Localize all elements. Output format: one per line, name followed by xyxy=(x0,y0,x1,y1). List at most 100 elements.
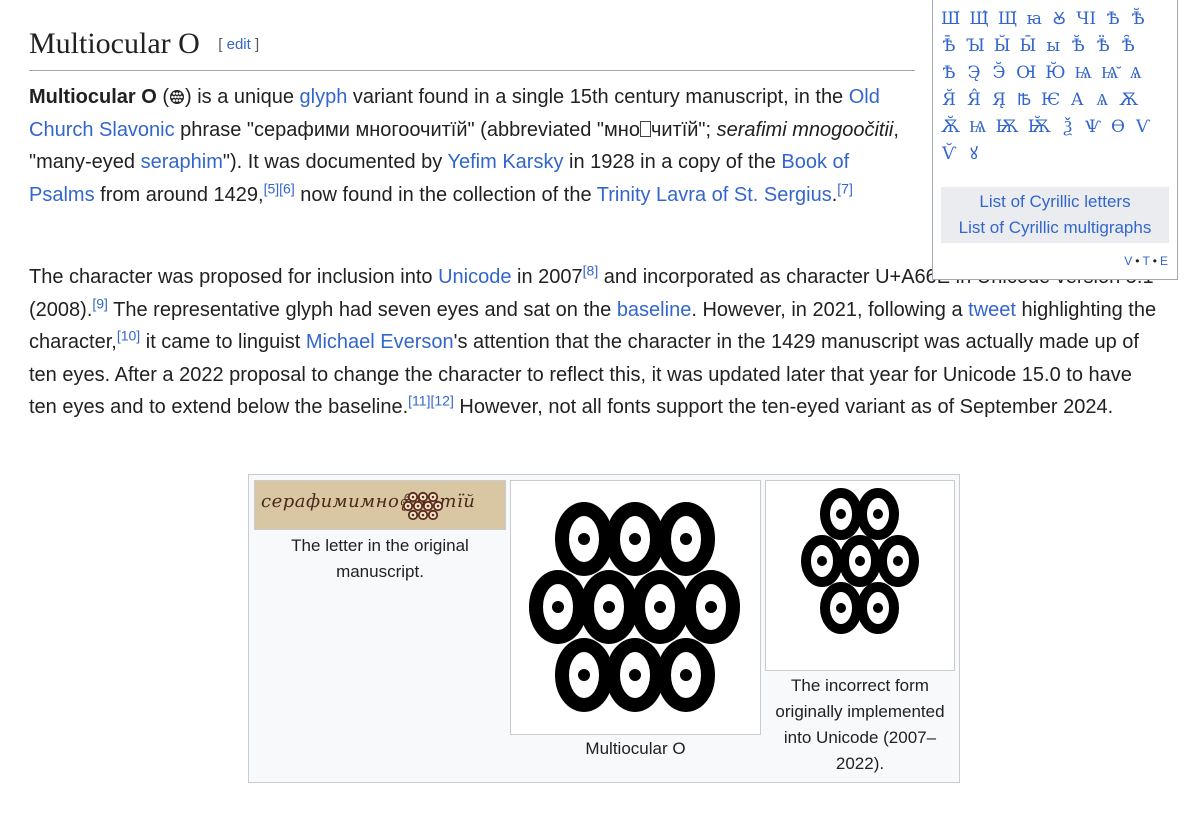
letter-row: Ѣ Э̨ Э̆ Ꙕ Ю̆ Ѩ Ѩ̆ Ѧ xyxy=(941,60,1173,87)
cyrillic-letter-link[interactable]: Я̂ xyxy=(966,87,982,114)
eye xyxy=(820,488,862,540)
cyrillic-letter-link[interactable]: Ѵ xyxy=(1135,114,1151,141)
link-list-of-cyrillic-letters[interactable]: List of Cyrillic letters xyxy=(979,192,1130,211)
cyrillic-letter-link[interactable]: Ѣ xyxy=(941,60,957,87)
link-unicode[interactable]: Unicode xyxy=(438,266,511,288)
ref-9[interactable]: [9] xyxy=(92,295,108,311)
cyrillic-letter-grid: Ш̆ Щ̂ Щ̆ ꙗ Ꙋ ЧІ Ѣ Ѣ̆ Ѣ̄ Ꙑ Ы̆ Ы̄ ы Ѣ̆ Ѣ̈ Ѣ̑ Ѣ Э̨ Э̆ Ꙕ Ю̆ Ѩ Ѩ̆ Ѧ Я… xyxy=(941,6,1173,168)
ref-8[interactable]: [8] xyxy=(583,262,599,278)
cyrillic-letter-link[interactable]: Ѧ xyxy=(1094,87,1110,114)
link-baseline[interactable]: baseline xyxy=(617,299,692,321)
link-glyph[interactable]: glyph xyxy=(300,86,348,108)
cyrillic-letter-link[interactable]: Щ̆ xyxy=(998,6,1017,33)
cyrillic-letter-link[interactable]: Щ̂ xyxy=(969,6,988,33)
cyrillic-letter-link[interactable]: Ѧ xyxy=(1128,60,1144,87)
eye xyxy=(801,535,843,587)
cyrillic-letter-link[interactable]: Ѣ̑ xyxy=(1120,33,1136,60)
text: ( xyxy=(156,86,170,108)
cyrillic-letter-link[interactable]: Ѣ̆ xyxy=(1070,33,1086,60)
cyrillic-letter-link[interactable]: Ѫ xyxy=(1119,87,1138,114)
eye xyxy=(606,638,664,712)
ref-11[interactable]: [11] xyxy=(408,392,430,408)
link-yefim-karsky[interactable]: Yefim Karsky xyxy=(447,151,563,173)
missing-glyph-box xyxy=(639,120,651,137)
edit-navbox-link[interactable]: E xyxy=(1160,254,1169,268)
letter-row: Я̆ Я̂ Я̨ Ꙓ Ѥ А Ѧ Ѫ xyxy=(941,87,1173,114)
eye xyxy=(820,582,862,634)
manuscript-image[interactable]: серафимимноꙮчитїй xyxy=(254,480,506,530)
caption-multiocular-o: Multiocular O xyxy=(585,739,686,758)
eye xyxy=(657,638,715,712)
cyrillic-letter-link[interactable]: ЧІ xyxy=(1076,6,1096,33)
cyrillic-letter-link[interactable]: Ꙓ xyxy=(1016,87,1032,114)
cyrillic-letter-link[interactable]: Я̆ xyxy=(941,87,957,114)
cyrillic-letter-link[interactable]: Ѩ xyxy=(969,114,987,141)
text: However, not all fonts support the ten-e… xyxy=(453,396,1114,418)
text: ) is a unique xyxy=(185,86,300,108)
letter-row: Ш̆ Щ̂ Щ̆ ꙗ Ꙋ ЧІ Ѣ Ѣ̆ xyxy=(941,6,1173,33)
eye xyxy=(857,582,899,634)
link-tweet[interactable]: tweet xyxy=(968,299,1016,321)
cyrillic-letter-link[interactable]: Ѩ̆ xyxy=(1101,60,1119,87)
link-michael-everson[interactable]: Michael Everson xyxy=(306,331,454,353)
bold-term: Multiocular O xyxy=(29,86,157,108)
cyrillic-letter-link[interactable]: А xyxy=(1069,87,1085,114)
cyrillic-letter-link[interactable]: Ѫ̆ xyxy=(941,114,960,141)
cyrillic-letter-link[interactable]: Ы̄ xyxy=(1020,33,1037,60)
cyrillic-letter-link[interactable]: Ѳ xyxy=(1110,114,1126,141)
eye xyxy=(606,502,664,576)
cyrillic-letter-link[interactable]: Ѣ̈ xyxy=(1095,33,1111,60)
letter-row: Ѣ̄ Ꙑ Ы̆ Ы̄ ы Ѣ̆ Ѣ̈ Ѣ̑ xyxy=(941,33,1173,60)
cyrillic-letter-link[interactable]: Ꙕ xyxy=(1016,60,1036,87)
text: in 1928 in a copy of the xyxy=(563,151,782,173)
ref-10[interactable]: [10] xyxy=(117,327,140,343)
view-link[interactable]: V xyxy=(1124,254,1133,268)
cyrillic-letter-link[interactable]: Ѯ xyxy=(1060,114,1076,141)
ref-5[interactable]: [5] xyxy=(264,180,280,196)
cyrillic-letter-link[interactable]: Э̨ xyxy=(966,60,982,87)
cyrillic-navbox: Ш̆ Щ̂ Щ̆ ꙗ Ꙋ ЧІ Ѣ Ѣ̆ Ѣ̄ Ꙑ Ы̆ Ы̄ ы Ѣ̆ Ѣ̈ Ѣ̑ Ѣ Э̨ Э̆ Ꙕ Ю̆ Ѩ Ѩ̆ Ѧ Я… xyxy=(932,0,1178,280)
text: it came to linguist xyxy=(140,331,306,353)
cyrillic-letter-link[interactable]: Э̆ xyxy=(991,60,1007,87)
cyrillic-letter-link[interactable]: Ѭ xyxy=(996,114,1019,141)
cyrillic-letter-link[interactable]: Ѥ xyxy=(1041,87,1060,114)
cyrillic-letter-link[interactable]: Ѱ xyxy=(1085,114,1101,141)
cyrillic-letter-link[interactable]: ꙋ xyxy=(966,141,982,168)
cyrillic-letter-link[interactable]: Ѭ̆ xyxy=(1028,114,1051,141)
link-list-of-cyrillic-multigraphs[interactable]: List of Cyrillic multigraphs xyxy=(959,218,1152,237)
separator: • xyxy=(1152,254,1158,268)
cyrillic-letter-link[interactable]: Ы̆ xyxy=(994,33,1011,60)
eye xyxy=(877,535,919,587)
cyrillic-letter-link[interactable]: ꙗ xyxy=(1026,6,1042,33)
cyrillic-letter-link[interactable]: ы xyxy=(1045,33,1061,60)
edit-bracket-close: ] xyxy=(254,36,260,53)
link-seraphim[interactable]: seraphim xyxy=(141,151,223,173)
manuscript-pupil xyxy=(406,504,410,508)
cyrillic-letter-link[interactable]: Ѣ̆ xyxy=(1130,6,1146,33)
cyrillic-letter-link[interactable]: Ѣ xyxy=(1105,6,1121,33)
cyrillic-letter-link[interactable]: Ѩ xyxy=(1075,60,1093,87)
cyrillic-letter-link[interactable]: Ꙑ xyxy=(966,33,985,60)
link-trinity-lavra[interactable]: Trinity Lavra of St. Sergius xyxy=(597,184,832,206)
multiocular-o-seven-eyed-image[interactable] xyxy=(765,480,955,671)
cyrillic-letter-link[interactable]: Ш̆ xyxy=(941,6,960,33)
seven-eyed-glyph-svg xyxy=(801,488,919,634)
edit-link[interactable]: edit xyxy=(227,36,251,53)
ref-12[interactable]: [12] xyxy=(430,392,453,408)
ref-7[interactable]: [7] xyxy=(837,180,853,196)
cyrillic-letter-link[interactable]: Ѣ̄ xyxy=(941,33,957,60)
cyrillic-letter-link[interactable]: Я̨ xyxy=(991,87,1007,114)
manuscript-pupil xyxy=(411,513,415,517)
cyrillic-letter-link[interactable]: Ꙋ xyxy=(1051,6,1067,33)
cyrillic-letter-link[interactable]: Ѵ̆ xyxy=(941,141,957,168)
manuscript-pupil xyxy=(426,504,430,508)
caption-incorrect-form: The incorrect form originally implemente… xyxy=(775,676,945,773)
eye xyxy=(657,502,715,576)
transliteration: serafimi mnogoočitii xyxy=(716,118,894,141)
eye xyxy=(555,502,613,576)
ref-6[interactable]: [6] xyxy=(279,180,295,196)
text: variant found in a single 15th century m… xyxy=(347,86,849,108)
talk-link[interactable]: T xyxy=(1142,254,1150,268)
cyrillic-letter-link[interactable]: Ю̆ xyxy=(1045,60,1065,87)
multiocular-o-ten-eyed-image[interactable] xyxy=(510,480,761,735)
